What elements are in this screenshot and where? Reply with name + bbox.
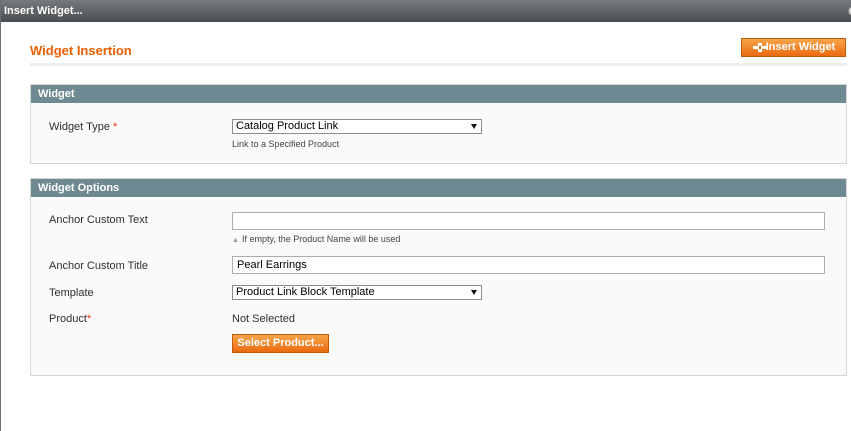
insert-widget-button[interactable]: Insert Widget	[741, 38, 846, 57]
widget-type-label-text: Widget Type	[49, 121, 110, 133]
product-label: Product*	[49, 313, 91, 325]
anchor-text-input[interactable]	[232, 212, 825, 230]
anchor-title-label: Anchor Custom Title	[49, 260, 149, 272]
anchor-text-note-text: If empty, the Product Name will be used	[241, 234, 401, 244]
widget-type-select[interactable]: Catalog Product Link	[232, 119, 482, 134]
widget-type-label: Widget Type *	[49, 121, 117, 133]
widget-options-section: Widget Options Anchor Custom Text ▲ If em…	[30, 178, 847, 376]
anchor-title-input[interactable]: Pearl Earrings	[232, 256, 825, 274]
required-mark: *	[113, 121, 118, 133]
widget-type-note: Link to a Specified Product	[232, 139, 340, 149]
insert-widget-window: Insert Widget... Widget Insertion Insert…	[0, 0, 851, 431]
info-triangle-icon: ▲	[232, 237, 239, 244]
widget-section: Widget Widget Type * Catalog Product Lin…	[30, 84, 847, 164]
insert-widget-label: Insert Widget	[765, 41, 836, 53]
anchor-text-note: ▲ If empty, the Product Name will be used	[232, 234, 400, 244]
dropdown-arrow-icon	[471, 124, 477, 129]
template-select[interactable]: Product Link Block Template	[232, 285, 482, 300]
template-value: Product Link Block Template	[236, 286, 375, 298]
dropdown-arrow-icon	[471, 290, 477, 295]
widget-options-header: Widget Options	[31, 179, 846, 197]
required-mark: *	[86, 313, 92, 325]
page-title: Widget Insertion	[30, 43, 132, 58]
page-header: Widget Insertion Insert Widget	[30, 36, 847, 66]
widget-type-value: Catalog Product Link	[236, 120, 339, 132]
select-product-button[interactable]: Select Product...	[232, 334, 329, 353]
window-title: Insert Widget...	[4, 5, 83, 17]
widget-icon	[753, 43, 767, 52]
window-titlebar: Insert Widget...	[1, 0, 851, 22]
widget-section-header: Widget	[31, 85, 846, 103]
product-label-text: Product	[49, 313, 87, 325]
template-label: Template	[49, 287, 94, 299]
product-value: Not Selected	[232, 313, 295, 325]
anchor-text-label: Anchor Custom Text	[49, 214, 148, 226]
